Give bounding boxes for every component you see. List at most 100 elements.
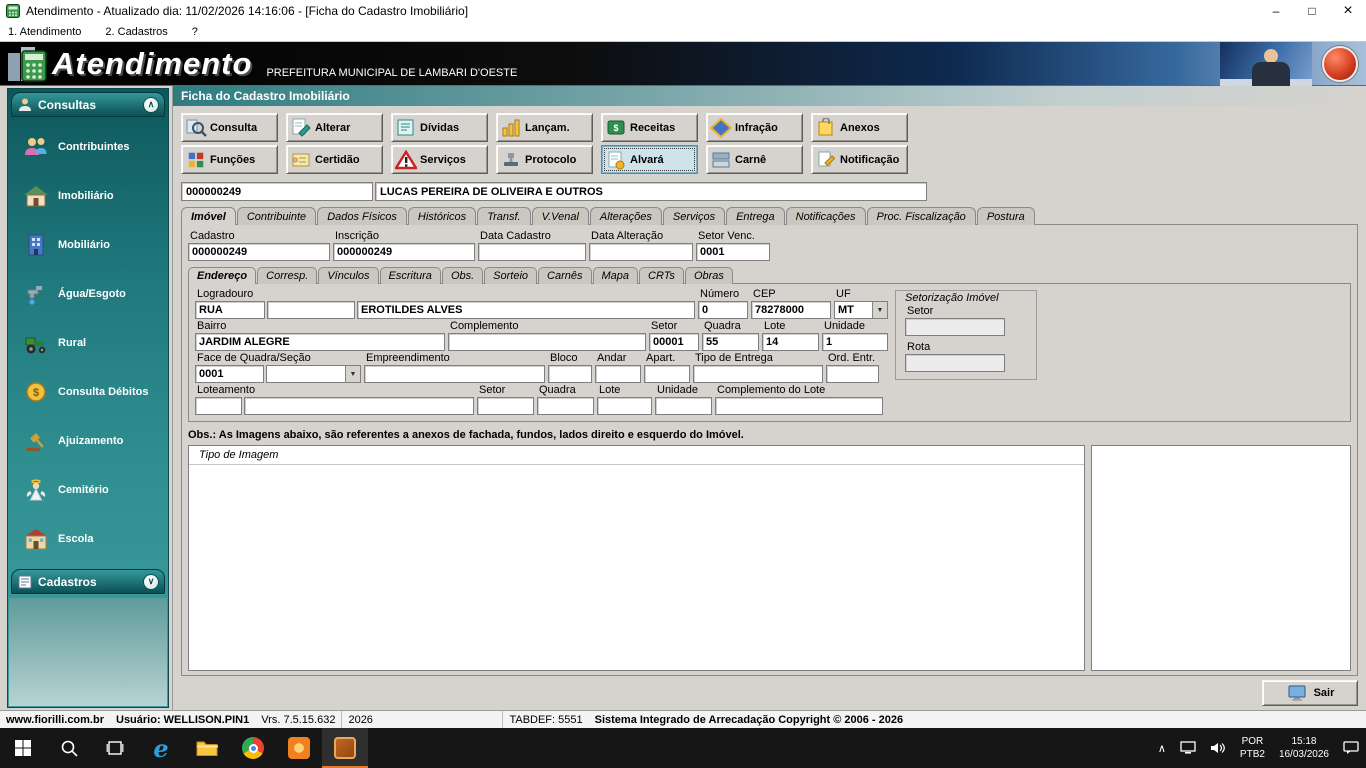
subtab-vinculos[interactable]: Vínculos — [318, 267, 379, 284]
tray-display-icon[interactable] — [1173, 728, 1203, 768]
sidebar-item-agua-esgoto[interactable]: Água/Esgoto — [22, 269, 168, 318]
subtab-sorteio[interactable]: Sorteio — [484, 267, 538, 284]
tab-postura[interactable]: Postura — [976, 207, 1035, 225]
subtab-corresp[interactable]: Corresp. — [257, 267, 318, 284]
cep-field[interactable] — [751, 301, 831, 319]
tray-volume-icon[interactable] — [1203, 728, 1233, 768]
expand-cadastros-button[interactable]: ∨ — [143, 573, 159, 590]
subtab-escritura[interactable]: Escritura — [379, 267, 441, 284]
uf-select[interactable]: MT ▼ — [834, 301, 888, 319]
sidebar-item-mobiliario[interactable]: Mobiliário — [22, 220, 168, 269]
image-list[interactable]: Tipo de Imagem — [188, 445, 1085, 671]
tab-historicos[interactable]: Históricos — [407, 207, 477, 225]
numero-field[interactable] — [698, 301, 748, 319]
apart-field[interactable] — [644, 365, 690, 383]
data-cadastro-field[interactable] — [478, 243, 586, 261]
menu-help[interactable]: ? — [192, 26, 198, 38]
sidebar-item-escola[interactable]: Escola — [22, 514, 168, 563]
andar-field[interactable] — [595, 365, 641, 383]
sidebar-item-imobiliario[interactable]: Imobiliário — [22, 171, 168, 220]
menu-atendimento[interactable]: 1. Atendimento — [8, 26, 81, 38]
atendimento-app-button[interactable] — [322, 728, 368, 768]
bloco-field[interactable] — [548, 365, 592, 383]
lote-field[interactable] — [762, 333, 819, 351]
setorizacao-setor-field[interactable] — [905, 318, 1005, 336]
subtab-obs[interactable]: Obs. — [441, 267, 484, 284]
bairro-field[interactable] — [195, 333, 445, 351]
protocolo-button[interactable]: Protocolo — [496, 145, 593, 174]
funcoes-button[interactable]: Funções — [181, 145, 278, 174]
consulta-button[interactable]: Consulta — [181, 113, 278, 142]
tab-imovel[interactable]: Imóvel — [181, 207, 236, 225]
tipo-entrega-field[interactable] — [693, 365, 823, 383]
clock[interactable]: 15:18 16/03/2026 — [1272, 728, 1336, 768]
dropdown-arrow-icon[interactable]: ▼ — [872, 302, 887, 318]
inscricao-field[interactable] — [333, 243, 475, 261]
dividas-button[interactable]: Dívidas — [391, 113, 488, 142]
tab-dados-fisicos[interactable]: Dados Físicos — [317, 207, 407, 225]
tab-contribuinte[interactable]: Contribuinte — [236, 207, 317, 225]
tab-entrega[interactable]: Entrega — [726, 207, 785, 225]
close-button[interactable]: × — [1330, 0, 1366, 22]
taskbar-search-button[interactable] — [46, 728, 92, 768]
setor-field[interactable] — [649, 333, 699, 351]
record-owner-field[interactable]: LUCAS PEREIRA DE OLIVEIRA E OUTROS — [375, 182, 927, 201]
logradouro-nome-field[interactable] — [357, 301, 695, 319]
logradouro-codigo-field[interactable] — [267, 301, 355, 319]
complemento-field[interactable] — [448, 333, 646, 351]
unidade-field[interactable] — [822, 333, 888, 351]
record-code-field[interactable]: 000000249 — [181, 182, 373, 201]
tab-alteracoes[interactable]: Alterações — [589, 207, 662, 225]
ord-entr-field[interactable] — [826, 365, 879, 383]
collapse-consultas-button[interactable]: ∧ — [143, 96, 159, 113]
tab-transf[interactable]: Transf. — [477, 207, 531, 225]
task-view-button[interactable] — [92, 728, 138, 768]
unidade2-field[interactable] — [655, 397, 712, 415]
lote2-field[interactable] — [597, 397, 652, 415]
notification-center-button[interactable] — [1336, 728, 1366, 768]
notificacao-button[interactable]: Notificação — [811, 145, 908, 174]
tray-chevron-up-icon[interactable]: ∧ — [1151, 728, 1173, 768]
loteamento-nome-field[interactable] — [244, 397, 474, 415]
sidebar-item-cemiterio[interactable]: Cemitério — [22, 465, 168, 514]
compl-lote-field[interactable] — [715, 397, 883, 415]
servicos-button[interactable]: Serviços — [391, 145, 488, 174]
anexos-button[interactable]: Anexos — [811, 113, 908, 142]
loteamento-codigo-field[interactable] — [195, 397, 242, 415]
tab-notificacoes[interactable]: Notificações — [785, 207, 866, 225]
sidebar-item-ajuizamento[interactable]: Ajuizamento — [22, 416, 168, 465]
sair-button[interactable]: Sair — [1262, 680, 1358, 706]
alvara-button[interactable]: Alvará — [601, 145, 698, 174]
quadra2-field[interactable] — [537, 397, 594, 415]
subtab-crts[interactable]: CRTs — [639, 267, 684, 284]
sidebar-section-cadastros[interactable]: Cadastros ∨ — [11, 569, 165, 594]
face-quadra-field[interactable] — [195, 365, 264, 383]
face-quadra-select[interactable]: ▼ — [266, 365, 361, 383]
subtab-carnes[interactable]: Carnês — [538, 267, 592, 284]
subtab-endereco[interactable]: Endereço — [188, 267, 257, 284]
cadastro-field[interactable] — [188, 243, 330, 261]
tab-servicos[interactable]: Serviços — [662, 207, 726, 225]
sidebar-item-contribuintes[interactable]: Contribuintes — [22, 122, 168, 171]
chrome-browser-button[interactable] — [230, 728, 276, 768]
start-button[interactable] — [0, 728, 46, 768]
data-alteracao-field[interactable] — [589, 243, 693, 261]
infracao-button[interactable]: Infração — [706, 113, 803, 142]
maximize-button[interactable]: □ — [1294, 0, 1330, 22]
sidebar-item-consulta-debitos[interactable]: $ Consulta Débitos — [22, 367, 168, 416]
setor-venc-field[interactable] — [696, 243, 770, 261]
menu-cadastros[interactable]: 2. Cadastros — [105, 26, 167, 38]
tab-proc-fiscalizacao[interactable]: Proc. Fiscalização — [866, 207, 976, 225]
minimize-button[interactable]: – — [1258, 0, 1294, 22]
tab-vvenal[interactable]: V.Venal — [531, 207, 589, 225]
setorizacao-rota-field[interactable] — [905, 354, 1005, 372]
carne-button[interactable]: Carnê — [706, 145, 803, 174]
file-explorer-button[interactable] — [184, 728, 230, 768]
subtab-obras[interactable]: Obras — [684, 267, 733, 284]
edge-browser-button[interactable]: e — [138, 728, 184, 768]
certidao-button[interactable]: Certidão — [286, 145, 383, 174]
language-indicator[interactable]: POR PTB2 — [1233, 728, 1272, 768]
dropdown-arrow-icon[interactable]: ▼ — [345, 366, 360, 382]
quadra-field[interactable] — [702, 333, 759, 351]
alterar-button[interactable]: Alterar — [286, 113, 383, 142]
